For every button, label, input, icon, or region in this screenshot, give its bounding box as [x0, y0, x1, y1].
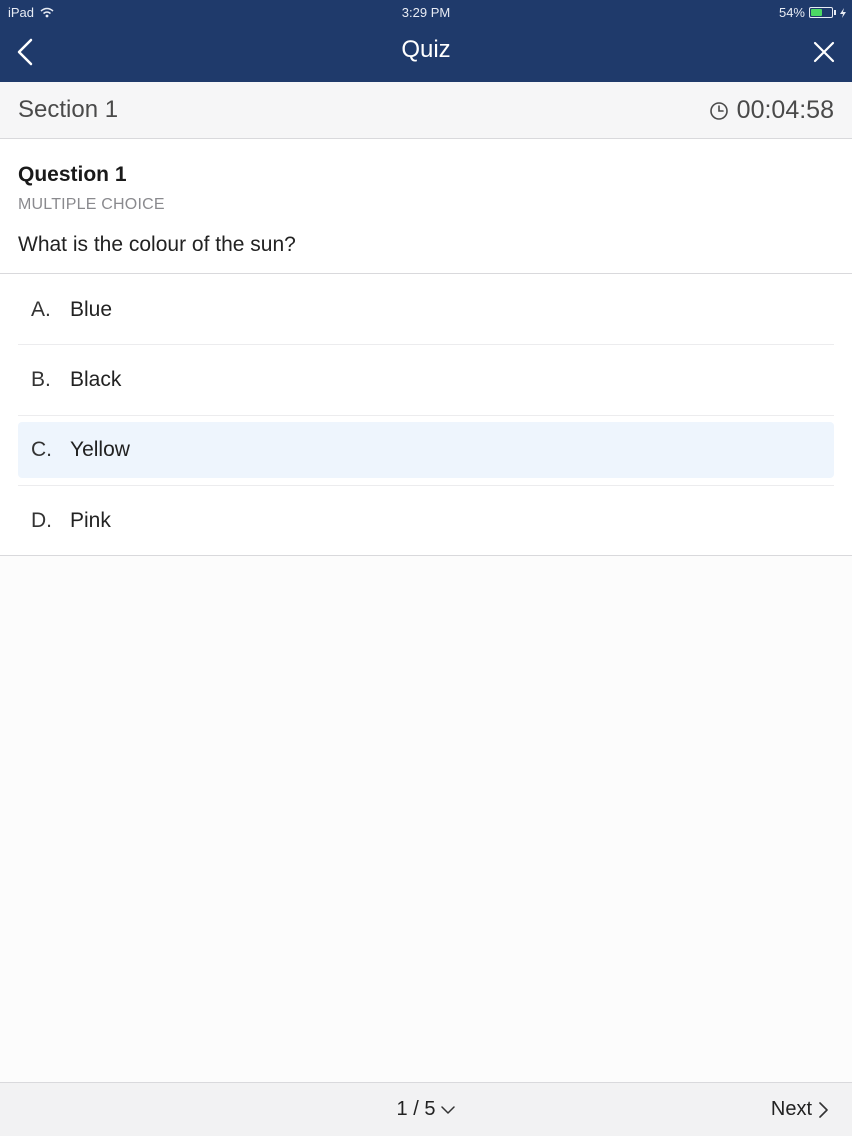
option-letter: A. — [31, 298, 51, 321]
battery-fill — [811, 9, 822, 16]
battery-tip — [834, 10, 836, 15]
option-letter: C. — [31, 438, 52, 461]
option-text: Blue — [70, 298, 113, 321]
divider — [18, 485, 834, 486]
close-button[interactable] — [808, 36, 840, 68]
question-block: Question 1 MULTIPLE CHOICE What is the c… — [0, 139, 852, 274]
option-c[interactable]: C. Yellow — [18, 422, 834, 478]
divider — [18, 415, 834, 416]
question-type: MULTIPLE CHOICE — [18, 196, 165, 213]
status-time: 3:29 PM — [401, 5, 451, 20]
charging-icon — [840, 7, 846, 18]
option-letter: B. — [31, 368, 51, 391]
option-text: Black — [70, 368, 122, 391]
nav-bar: Quiz — [0, 24, 852, 82]
option-text: Yellow — [70, 438, 130, 461]
status-bar: iPad 3:29 PM 54% — [0, 0, 852, 24]
close-icon — [813, 41, 835, 63]
chevron-right-icon — [819, 1101, 828, 1118]
section-title: Section 1 — [18, 96, 119, 123]
option-letter: D. — [31, 509, 52, 532]
status-right: 54% — [779, 5, 846, 20]
option-text: Pink — [70, 509, 111, 532]
timer-value: 00:04:58 — [736, 96, 834, 124]
page-title: Quiz — [401, 36, 451, 63]
divider — [18, 344, 834, 345]
option-d[interactable]: D. Pink — [18, 493, 834, 549]
battery-icon — [809, 7, 833, 18]
next-label: Next — [770, 1098, 812, 1120]
question-text: What is the colour of the sun? — [18, 233, 296, 256]
question-title: Question 1 — [18, 163, 127, 186]
pager-label: 1 / 5 — [396, 1098, 436, 1120]
clock-icon — [709, 101, 728, 120]
answer-options: A. Blue B. Black C. Yellow D. Pink — [0, 274, 852, 556]
top-bar: iPad 3:29 PM 54% Quiz — [0, 0, 852, 82]
option-b[interactable]: B. Black — [18, 352, 834, 408]
option-a[interactable]: A. Blue — [18, 282, 834, 338]
next-button[interactable]: Next — [771, 1098, 828, 1121]
timer: 00:04:58 — [709, 96, 834, 125]
battery-percent: 54% — [778, 5, 805, 20]
question-pager[interactable]: 1 / 5 — [0, 1098, 852, 1121]
section-header: Section 1 00:04:58 — [0, 82, 852, 139]
chevron-down-icon — [441, 1105, 456, 1114]
footer-bar: 1 / 5 Next — [0, 1082, 852, 1136]
